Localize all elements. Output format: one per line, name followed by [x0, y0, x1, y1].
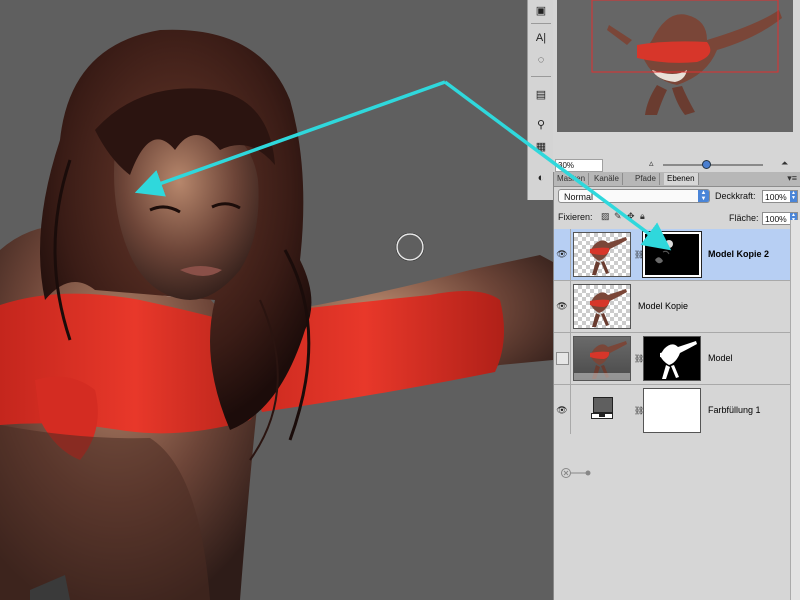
- clone-source-icon[interactable]: ⚲: [531, 114, 551, 134]
- layer-mask-thumbnail[interactable]: [643, 388, 701, 433]
- opacity-label: Deckkraft:: [715, 191, 756, 201]
- layer-thumbnail-image: [574, 341, 630, 380]
- fill-label: Fläche:: [729, 213, 759, 223]
- panel-tab-bar: Masken Kanäle Pfade Ebenen ▾≡: [554, 172, 800, 187]
- tab-pfade[interactable]: Pfade: [632, 173, 660, 185]
- lock-label: Fixieren:: [558, 212, 593, 222]
- mask-link-icon[interactable]: ⛓︎: [634, 406, 644, 415]
- layer-thumbnail-image: [590, 289, 627, 327]
- eye-icon[interactable]: 👁︎: [556, 248, 568, 260]
- mask-link-icon[interactable]: ⛓︎: [634, 250, 644, 259]
- photo-model-image: [0, 29, 553, 600]
- layer-name[interactable]: Model Kopie 2: [708, 249, 769, 260]
- opacity-value: 100%: [765, 192, 787, 202]
- grid-icon[interactable]: ▦: [531, 136, 551, 156]
- layers-empty-area[interactable]: [554, 434, 790, 600]
- navigator-preview[interactable]: [557, 0, 793, 132]
- rotate-view-icon[interactable]: ◌: [531, 50, 551, 70]
- lock-image-pixels-icon[interactable]: ✎: [614, 212, 623, 221]
- layer-thumbnail[interactable]: [573, 284, 631, 329]
- lock-transparency-icon[interactable]: ▨: [601, 212, 610, 221]
- zoom-out-icon[interactable]: ▵: [649, 158, 654, 169]
- eye-icon[interactable]: 👁︎: [556, 404, 568, 416]
- row-divider: [570, 333, 571, 384]
- visibility-toggle-empty[interactable]: [556, 352, 569, 365]
- layer-name[interactable]: Model: [708, 353, 733, 364]
- tool-divider: [531, 23, 551, 24]
- tab-kanaele[interactable]: Kanäle: [591, 173, 623, 185]
- layers-panel: Masken Kanäle Pfade Ebenen ▾≡ Normal ▲ ▼ …: [553, 172, 800, 600]
- lock-position-icon[interactable]: ✥: [627, 212, 636, 221]
- character-panel-icon[interactable]: A|: [531, 28, 551, 48]
- panel-menu-icon[interactable]: ▾≡: [787, 173, 797, 184]
- opacity-field[interactable]: 100% ▲ ▼: [762, 190, 798, 203]
- metadata-icon[interactable]: ▤: [531, 84, 551, 104]
- tool-divider: [531, 76, 551, 77]
- mask-image: [655, 240, 673, 264]
- layer-thumbnail[interactable]: [573, 336, 631, 381]
- navigator-thumbnail-image: [591, 0, 782, 115]
- layer-thumbnail-image: [590, 237, 627, 275]
- layer-mask-thumbnail[interactable]: [643, 336, 701, 381]
- layer-row-model-kopie-2[interactable]: 👁︎ ⛓︎ Model Kopie 2: [554, 229, 790, 281]
- layer-row-model[interactable]: ⛓︎ Model: [554, 333, 790, 385]
- save-icon[interactable]: ▣: [531, 0, 551, 20]
- navigator-panel: 30% ▵ ⏶: [553, 0, 800, 172]
- panel-dock-strip: ▣ A| ◌ ▤ ⚲ ▦ ◐: [527, 0, 555, 200]
- tab-masken[interactable]: Masken: [554, 173, 590, 185]
- link-layers-icon[interactable]: [560, 467, 592, 479]
- navigator-zoom-field[interactable]: 30%: [555, 159, 603, 172]
- fill-value: 100%: [765, 214, 787, 224]
- histogram-icon[interactable]: ◐: [531, 168, 551, 188]
- layer-name[interactable]: Farbfüllung 1: [708, 405, 761, 416]
- layers-scrollbar[interactable]: [790, 220, 800, 600]
- layer-row-farbfuellung-1[interactable]: 👁︎ ⛓︎ Farbfüllung 1: [554, 385, 790, 437]
- navigator-zoom-slider-thumb[interactable]: [702, 160, 711, 169]
- fill-layer-icon[interactable]: [591, 397, 613, 419]
- row-divider: [570, 385, 571, 436]
- layer-thumbnail[interactable]: [573, 232, 631, 277]
- layer-mask-thumbnail[interactable]: [642, 231, 702, 278]
- layer-row-model-kopie[interactable]: 👁︎ Model Kopie: [554, 281, 790, 333]
- layer-name[interactable]: Model Kopie: [638, 301, 688, 312]
- blend-mode-select[interactable]: Normal ▲ ▼: [558, 189, 710, 203]
- mask-link-icon[interactable]: ⛓︎: [634, 354, 644, 363]
- zoom-in-icon[interactable]: ⏶: [781, 158, 788, 169]
- blend-mode-value: Normal: [564, 192, 594, 202]
- tab-ebenen[interactable]: Ebenen: [664, 173, 699, 185]
- opacity-stepper-icon[interactable]: ▲ ▼: [790, 191, 797, 202]
- document-canvas[interactable]: [0, 0, 553, 600]
- row-divider: [570, 281, 571, 332]
- navigator-zoom-slider[interactable]: [663, 164, 763, 166]
- mask-image: [660, 341, 697, 379]
- select-arrows-icon: ▲ ▼: [698, 190, 709, 202]
- lock-all-icon[interactable]: 🔒︎: [640, 212, 649, 221]
- row-divider: [570, 229, 571, 280]
- eye-icon[interactable]: 👁︎: [556, 300, 568, 312]
